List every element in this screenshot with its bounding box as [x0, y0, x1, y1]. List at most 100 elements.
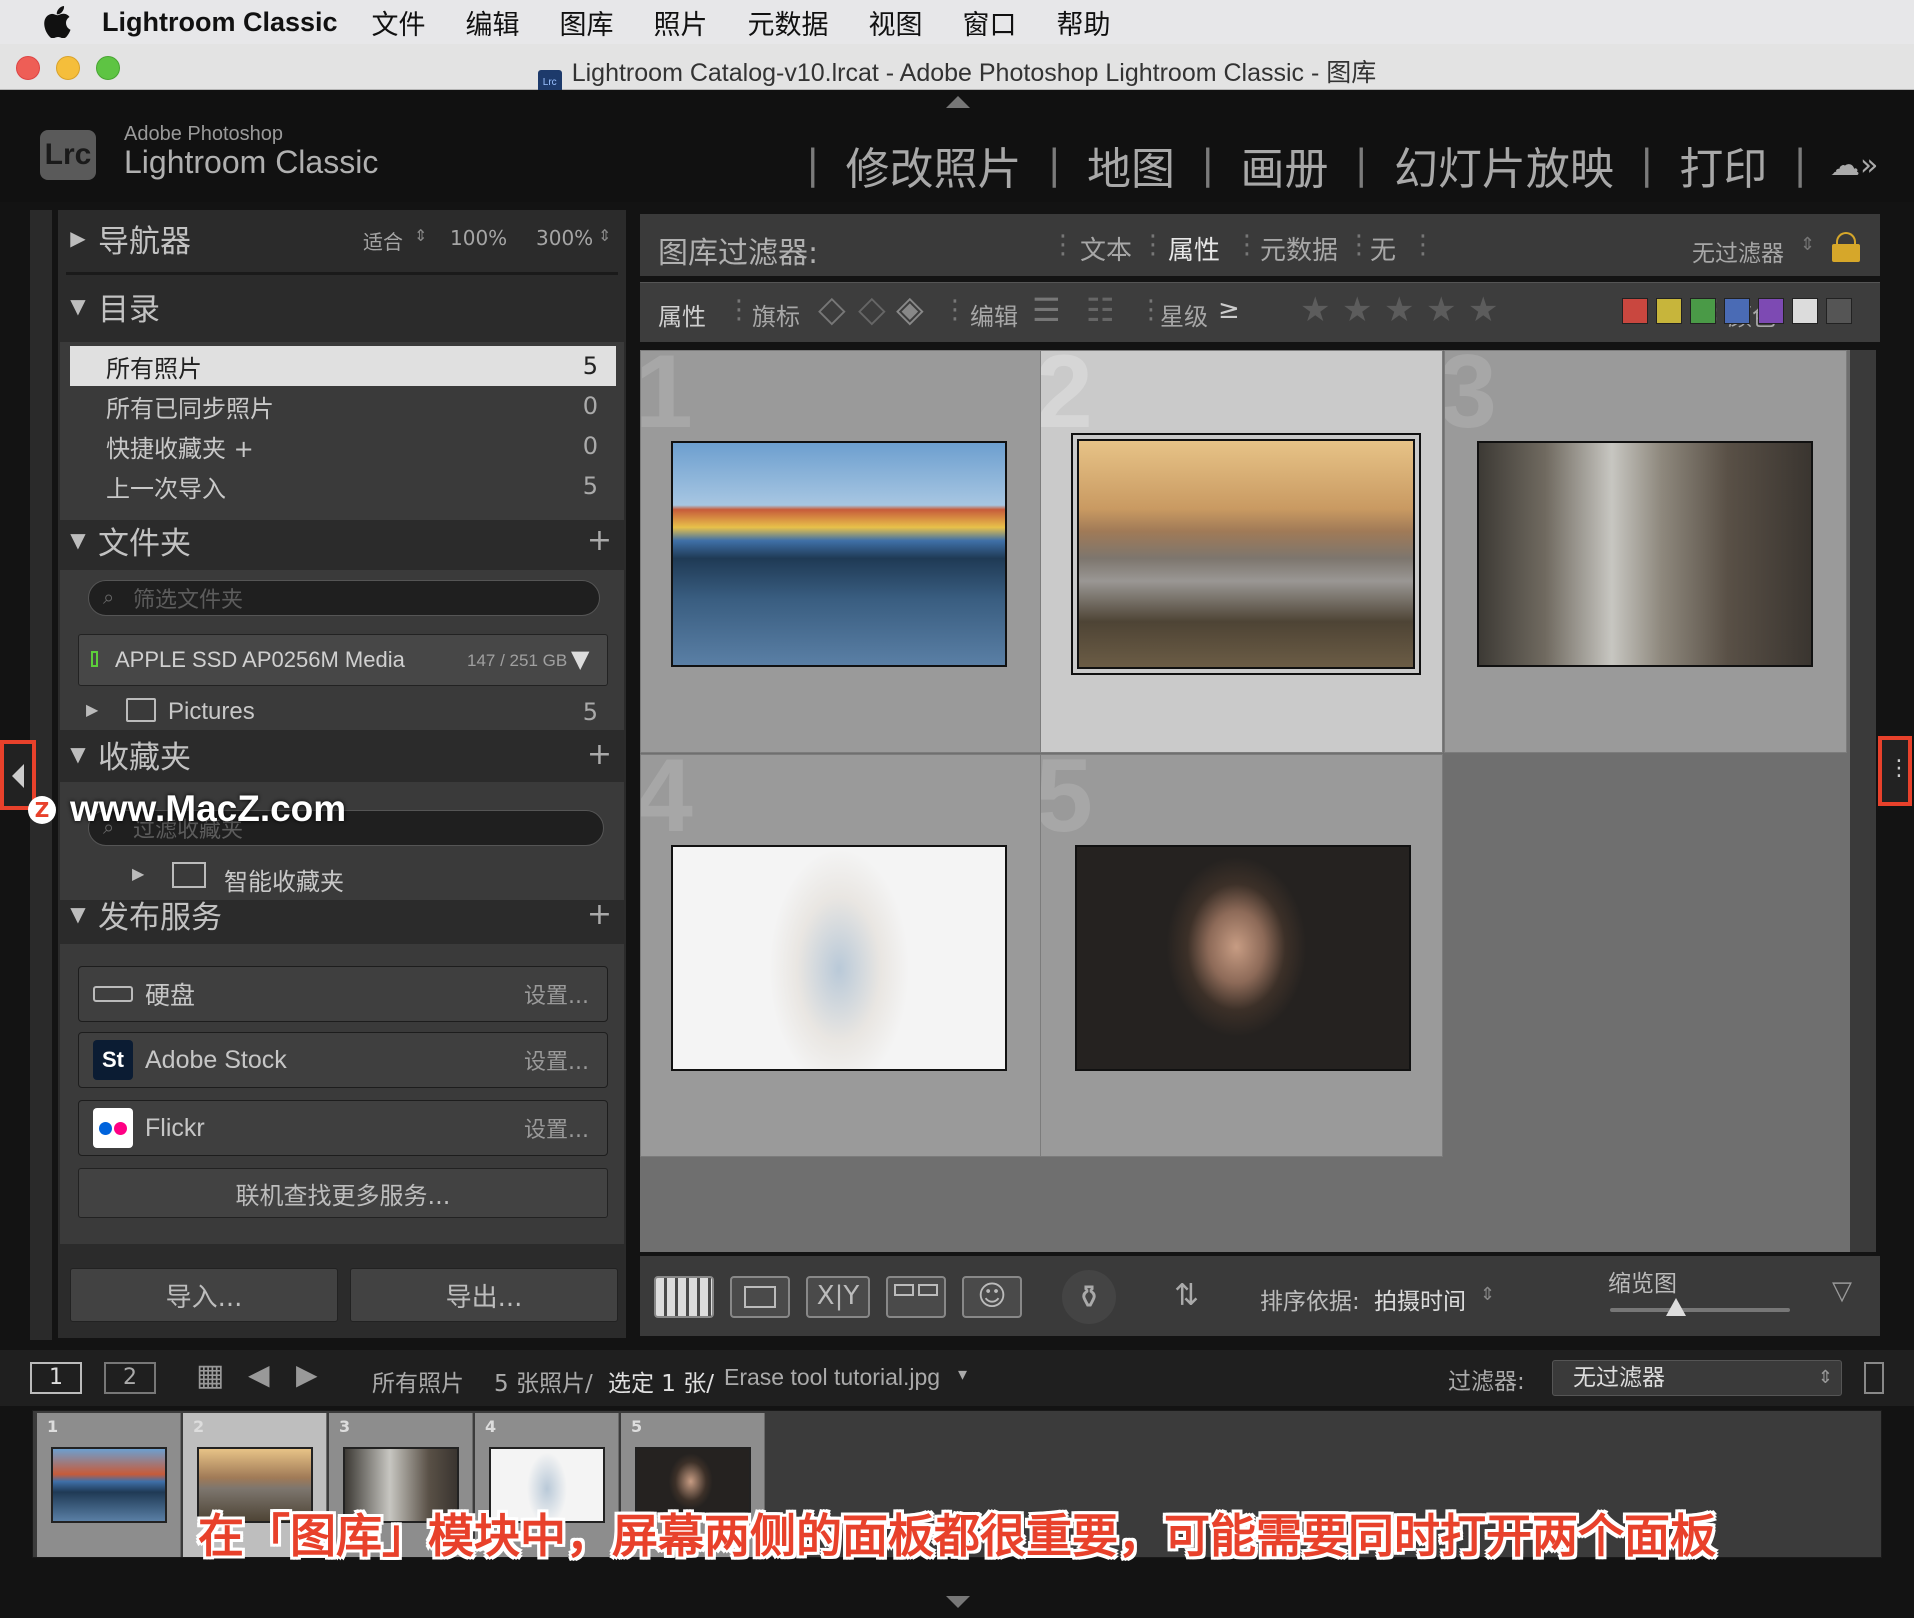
grid-icon[interactable]: ▦: [196, 1358, 224, 1393]
service-hard-drive[interactable]: 硬盘 设置...: [78, 966, 608, 1022]
filmstrip-filename[interactable]: Erase tool tutorial.jpg: [724, 1364, 940, 1391]
menu-photo[interactable]: 照片: [654, 3, 708, 42]
filter-preset-select[interactable]: 无过滤器: [1692, 234, 1784, 268]
unedited-icon[interactable]: ☷: [1086, 291, 1115, 329]
catalog-item-synced[interactable]: 所有已同步照片 0: [70, 386, 616, 426]
export-button[interactable]: 导出...: [350, 1268, 618, 1322]
grid-cell[interactable]: 3: [1444, 350, 1847, 753]
module-map[interactable]: 地图: [1087, 133, 1175, 197]
add-publish-service-icon[interactable]: +: [587, 897, 612, 932]
collections-header[interactable]: ▼ 收藏夹 +: [58, 726, 626, 782]
edited-icon[interactable]: ☰: [1032, 291, 1061, 329]
star-icon[interactable]: ★: [1300, 290, 1330, 330]
volume-row[interactable]: APPLE SSD AP0256M Media 147 / 251 GB ▼: [78, 634, 608, 686]
photo-thumbnail[interactable]: [1075, 845, 1411, 1071]
dropdown-triangle-icon[interactable]: ▾: [958, 1364, 967, 1385]
color-swatch-green[interactable]: [1690, 298, 1716, 324]
back-arrow-icon[interactable]: ◀: [248, 1358, 270, 1391]
color-swatch-purple[interactable]: [1758, 298, 1784, 324]
right-panel-toggle[interactable]: ⋮: [1878, 736, 1912, 806]
thumbnail-size-slider[interactable]: [1610, 1308, 1790, 1312]
painter-spray-icon[interactable]: ⚱: [1062, 1270, 1116, 1324]
grid-cell[interactable]: 1: [640, 350, 1043, 753]
import-button[interactable]: 导入...: [70, 1268, 338, 1322]
folders-header[interactable]: ▼ 文件夹 +: [58, 512, 626, 568]
people-view-icon[interactable]: ☺: [962, 1276, 1022, 1318]
collapse-top-panel-icon[interactable]: [946, 96, 970, 108]
sort-direction-icon[interactable]: ⇅: [1174, 1278, 1199, 1313]
grid-cell[interactable]: 4: [640, 754, 1043, 1157]
filter-tab-text[interactable]: 文本: [1080, 230, 1132, 267]
window-1-button[interactable]: 1: [30, 1362, 82, 1394]
add-collection-icon[interactable]: +: [587, 737, 612, 772]
color-swatch-yellow[interactable]: [1656, 298, 1682, 324]
grid-view-icon[interactable]: [654, 1276, 714, 1318]
flag-rejected-icon[interactable]: ◈: [896, 289, 924, 330]
color-swatch-blue[interactable]: [1724, 298, 1750, 324]
service-settings-link[interactable]: 设置...: [524, 1112, 589, 1144]
cloud-sync-icon[interactable]: ☁»: [1830, 148, 1878, 183]
left-panel-toggle[interactable]: [0, 740, 36, 810]
color-swatch-custom[interactable]: [1792, 298, 1818, 324]
zoom-fit[interactable]: 适合: [363, 226, 403, 255]
zoom-300[interactable]: 300%: [536, 226, 593, 250]
publish-header[interactable]: ▼ 发布服务 +: [58, 886, 626, 942]
catalog-item-last-import[interactable]: 上一次导入 5: [70, 466, 616, 506]
star-icon[interactable]: ★: [1342, 290, 1372, 330]
photo-thumbnail[interactable]: [1477, 441, 1813, 667]
navigator-header[interactable]: ▶ 导航器 适合 ⇕ 100% 300% ⇕: [58, 210, 626, 266]
window-2-button[interactable]: 2: [104, 1362, 156, 1394]
flag-pick-icon[interactable]: ◇: [818, 289, 846, 330]
photo-thumbnail[interactable]: [671, 441, 1007, 667]
menu-app-name[interactable]: Lightroom Classic: [102, 7, 338, 38]
service-adobe-stock[interactable]: St Adobe Stock 设置...: [78, 1032, 608, 1088]
filmstrip-filter-select[interactable]: 无过滤器 ⇕: [1552, 1360, 1842, 1396]
service-flickr[interactable]: Flickr 设置...: [78, 1100, 608, 1156]
color-swatch-red[interactable]: [1622, 298, 1648, 324]
dropdown-triangle-icon[interactable]: ▼: [571, 645, 589, 673]
photo-thumbnail[interactable]: [1077, 439, 1415, 669]
filter-tab-none[interactable]: 无: [1370, 230, 1396, 267]
catalog-item-quick[interactable]: 快捷收藏夹 +0: [70, 426, 616, 466]
menu-view[interactable]: 视图: [869, 3, 923, 42]
find-more-services-button[interactable]: 联机查找更多服务...: [78, 1168, 608, 1218]
filter-tab-attribute[interactable]: 属性: [1168, 230, 1220, 267]
filmstrip-source[interactable]: 所有照片: [372, 1364, 464, 1398]
loupe-view-icon[interactable]: [730, 1276, 790, 1318]
catalog-header[interactable]: ▼ 目录: [58, 278, 626, 334]
module-print[interactable]: 打印: [1679, 133, 1767, 197]
filter-tab-metadata[interactable]: 元数据: [1260, 230, 1338, 267]
module-develop[interactable]: 修改照片: [845, 133, 1021, 197]
module-book[interactable]: 画册: [1240, 133, 1328, 197]
collapse-bottom-panel-icon[interactable]: [946, 1596, 970, 1608]
zoom-100[interactable]: 100%: [450, 226, 507, 250]
star-icon[interactable]: ★: [1384, 290, 1414, 330]
rating-operator[interactable]: ≥: [1218, 295, 1240, 325]
grid-scrollbar[interactable]: [1850, 350, 1876, 1252]
menu-library[interactable]: 图库: [560, 3, 614, 42]
menu-window[interactable]: 窗口: [963, 3, 1017, 42]
star-icon[interactable]: ★: [1468, 290, 1498, 330]
menu-edit[interactable]: 编辑: [466, 3, 520, 42]
add-folder-icon[interactable]: +: [587, 523, 612, 558]
service-settings-link[interactable]: 设置...: [524, 978, 589, 1010]
photo-thumbnail[interactable]: [671, 845, 1007, 1071]
compare-view-icon[interactable]: X|Y: [806, 1276, 870, 1318]
menu-help[interactable]: 帮助: [1057, 3, 1111, 42]
star-icon[interactable]: ★: [1426, 290, 1456, 330]
module-slideshow[interactable]: 幻灯片放映: [1394, 133, 1614, 197]
toolbar-menu-icon[interactable]: ▽: [1832, 1276, 1852, 1306]
slider-handle[interactable]: [1666, 1298, 1686, 1316]
folder-search-input[interactable]: ⌕ 筛选文件夹: [88, 580, 600, 616]
flag-unflagged-icon[interactable]: ◇: [858, 289, 886, 330]
filter-switch-icon[interactable]: [1864, 1362, 1884, 1394]
survey-view-icon[interactable]: [886, 1276, 946, 1318]
grid-cell[interactable]: 5: [1040, 754, 1443, 1157]
sort-select[interactable]: 拍摄时间: [1374, 1282, 1466, 1316]
forward-arrow-icon[interactable]: ▶: [296, 1358, 318, 1391]
grid-cell-selected[interactable]: 2: [1040, 350, 1443, 753]
menu-file[interactable]: 文件: [372, 3, 426, 42]
menu-metadata[interactable]: 元数据: [748, 3, 829, 42]
apple-icon[interactable]: [40, 5, 74, 39]
catalog-item-all[interactable]: 所有照片 5: [70, 346, 616, 386]
